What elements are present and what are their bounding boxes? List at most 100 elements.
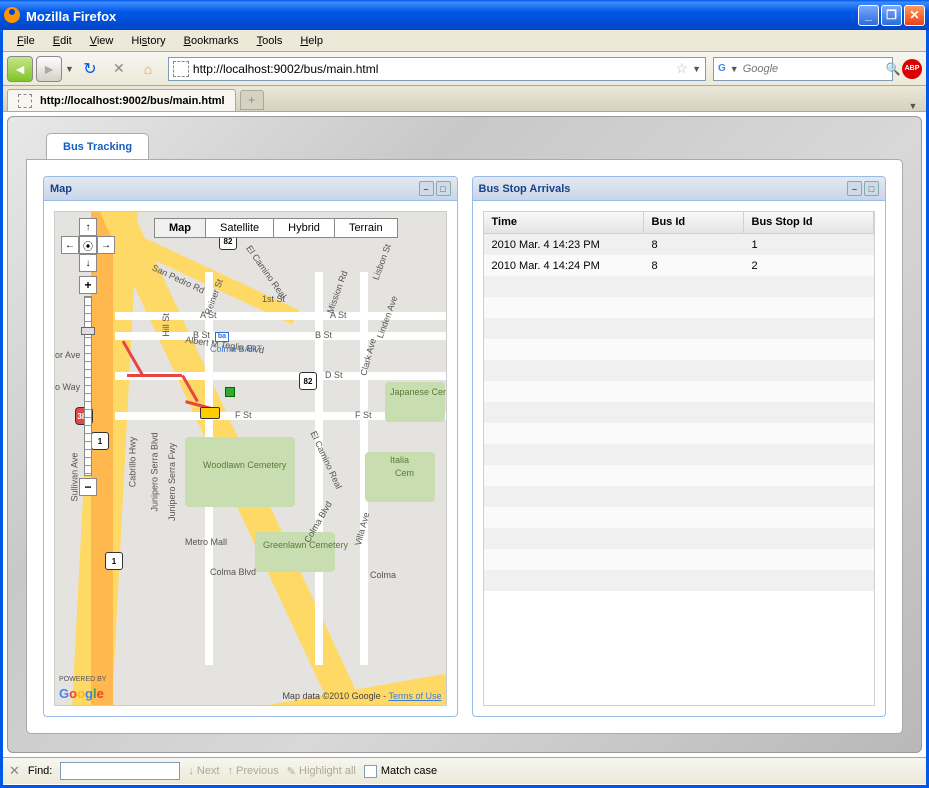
label-d-st: D St bbox=[325, 370, 343, 380]
pan-up-button[interactable]: ↑ bbox=[79, 218, 97, 236]
col-time[interactable]: Time bbox=[484, 212, 644, 233]
findbar-close-button[interactable]: ✕ bbox=[9, 763, 20, 779]
col-bus-id[interactable]: Bus Id bbox=[644, 212, 744, 233]
map-type-satellite[interactable]: Satellite bbox=[205, 218, 274, 238]
table-row[interactable]: 2010 Mar. 4 14:23 PM81 bbox=[484, 234, 875, 255]
bookmark-star-icon[interactable]: ☆ bbox=[676, 60, 689, 77]
label-hill-st: Hill St bbox=[161, 313, 171, 337]
table-row[interactable]: 2010 Mar. 4 14:24 PM82 bbox=[484, 255, 875, 276]
url-dropdown-icon[interactable]: ▼ bbox=[692, 64, 701, 74]
panel-maximize-button[interactable]: □ bbox=[864, 181, 879, 196]
col-stop-id[interactable]: Bus Stop Id bbox=[744, 212, 875, 233]
menu-history[interactable]: History bbox=[123, 33, 173, 49]
menu-edit[interactable]: Edit bbox=[45, 33, 80, 49]
menu-help[interactable]: Help bbox=[292, 33, 331, 49]
shield-82-2: 82 bbox=[299, 372, 317, 390]
arrivals-panel-header: Bus Stop Arrivals – □ bbox=[473, 177, 886, 201]
history-dropdown-icon[interactable]: ▼ bbox=[65, 64, 74, 74]
find-next-button[interactable]: ↓ Next bbox=[188, 765, 219, 777]
map-type-hybrid[interactable]: Hybrid bbox=[273, 218, 335, 238]
pan-right-button[interactable]: → bbox=[97, 236, 115, 254]
label-f-st-2: F St bbox=[355, 410, 372, 420]
label-el-camino-2: El Camino Real bbox=[309, 430, 344, 491]
menu-tools[interactable]: Tools bbox=[249, 33, 291, 49]
menu-view[interactable]: View bbox=[82, 33, 122, 49]
zoom-handle[interactable] bbox=[81, 327, 95, 335]
map-attribution: Map data ©2010 Google - Terms of Use bbox=[282, 691, 441, 701]
search-box[interactable]: G ▼ 🔍 bbox=[713, 57, 893, 81]
app-body: Map – □ bbox=[26, 159, 903, 734]
maximize-button[interactable]: ❐ bbox=[881, 5, 902, 26]
panel-collapse-button[interactable]: – bbox=[847, 181, 862, 196]
url-input[interactable] bbox=[193, 62, 676, 76]
menu-file[interactable]: File bbox=[9, 33, 43, 49]
label-woodlawn: Woodlawn Cemetery bbox=[203, 460, 286, 470]
search-input[interactable] bbox=[743, 63, 886, 75]
powered-by-label: POWERED BY bbox=[59, 676, 106, 683]
label-mission: Mission Rd bbox=[325, 269, 350, 314]
table-row-empty bbox=[484, 570, 875, 591]
table-row-empty bbox=[484, 465, 875, 486]
zoom-slider[interactable] bbox=[84, 296, 92, 476]
table-row-empty bbox=[484, 486, 875, 507]
arrivals-panel-body: Time Bus Id Bus Stop Id 2010 Mar. 4 14:2… bbox=[473, 201, 886, 716]
bus-icon bbox=[200, 407, 220, 419]
label-ceme: Cem bbox=[395, 468, 414, 478]
tab-list-dropdown-icon[interactable]: ▼ bbox=[904, 101, 922, 111]
table-row-empty bbox=[484, 423, 875, 444]
google-logo: Google bbox=[59, 686, 104, 701]
map-type-terrain[interactable]: Terrain bbox=[334, 218, 398, 238]
firefox-icon bbox=[4, 7, 20, 23]
label-villa: Villa Ave bbox=[353, 511, 372, 547]
tab-favicon bbox=[18, 94, 32, 108]
forward-button[interactable]: ► bbox=[36, 56, 62, 82]
menu-bookmarks[interactable]: Bookmarks bbox=[176, 33, 247, 49]
browser-tab-active[interactable]: http://localhost:9002/bus/main.html bbox=[7, 89, 236, 111]
match-case-checkbox[interactable]: Match case bbox=[364, 765, 437, 778]
reload-button[interactable]: ↻ bbox=[77, 56, 103, 82]
google-map[interactable]: San Pedro Rd El Camino Real El Camino Re… bbox=[54, 211, 447, 706]
terms-link[interactable]: Terms of Use bbox=[388, 691, 441, 701]
zoom-out-button[interactable]: − bbox=[79, 478, 97, 496]
home-button[interactable]: ⌂ bbox=[135, 56, 161, 82]
map-panel-body: San Pedro Rd El Camino Real El Camino Re… bbox=[44, 201, 457, 716]
woodlawn-park bbox=[185, 437, 295, 507]
grid-header: Time Bus Id Bus Stop Id bbox=[484, 212, 875, 234]
window-buttons: _ ❐ ✕ bbox=[858, 5, 925, 26]
tab-title: http://localhost:9002/bus/main.html bbox=[40, 95, 225, 107]
stop-button[interactable]: ✕ bbox=[106, 56, 132, 82]
panel-maximize-button[interactable]: □ bbox=[436, 181, 451, 196]
zoom-in-button[interactable]: + bbox=[79, 276, 97, 294]
panel-collapse-button[interactable]: – bbox=[419, 181, 434, 196]
pan-down-button[interactable]: ↓ bbox=[79, 254, 97, 272]
adblock-icon[interactable]: ABP bbox=[902, 59, 922, 79]
find-previous-button[interactable]: ↑ Previous bbox=[228, 765, 279, 777]
highlight-all-button[interactable]: ✎ Highlight all bbox=[287, 765, 356, 778]
new-tab-button[interactable]: + bbox=[240, 90, 264, 110]
app-tab-bus-tracking[interactable]: Bus Tracking bbox=[46, 133, 149, 159]
arrivals-grid: Time Bus Id Bus Stop Id 2010 Mar. 4 14:2… bbox=[483, 211, 876, 706]
search-engine-dropdown-icon[interactable]: ▼ bbox=[730, 64, 739, 74]
table-row-empty bbox=[484, 549, 875, 570]
browser-tabbar: http://localhost:9002/bus/main.html + ▼ bbox=[3, 86, 926, 112]
search-icon[interactable]: 🔍 bbox=[886, 62, 901, 76]
find-input[interactable] bbox=[60, 762, 180, 780]
close-button[interactable]: ✕ bbox=[904, 5, 925, 26]
back-button[interactable]: ◄ bbox=[7, 56, 33, 82]
label-japanese: Japanese Cemete bbox=[390, 387, 447, 397]
minimize-button[interactable]: _ bbox=[858, 5, 879, 26]
label-junipero-fwy: Junipero Serra Fwy bbox=[167, 443, 177, 521]
arrivals-panel-title: Bus Stop Arrivals bbox=[479, 183, 846, 195]
google-icon[interactable]: G bbox=[718, 62, 726, 76]
table-row-empty bbox=[484, 507, 875, 528]
label-lisbon: Lisbon St bbox=[371, 243, 393, 282]
url-bar[interactable]: ☆ ▼ bbox=[168, 57, 706, 81]
pan-left-button[interactable]: ← bbox=[61, 236, 79, 254]
checkbox-icon bbox=[364, 765, 377, 778]
pan-center-button[interactable]: ⦿ bbox=[79, 236, 97, 254]
map-pan-zoom-controls: ↑ ←⦿→ ↓ + − bbox=[61, 218, 115, 496]
table-row-empty bbox=[484, 381, 875, 402]
label-junipero-blvd: Junipero Serra Blvd bbox=[150, 432, 160, 511]
arrivals-panel: Bus Stop Arrivals – □ Time Bus Id Bus St… bbox=[472, 176, 887, 717]
map-type-map[interactable]: Map bbox=[154, 218, 206, 238]
